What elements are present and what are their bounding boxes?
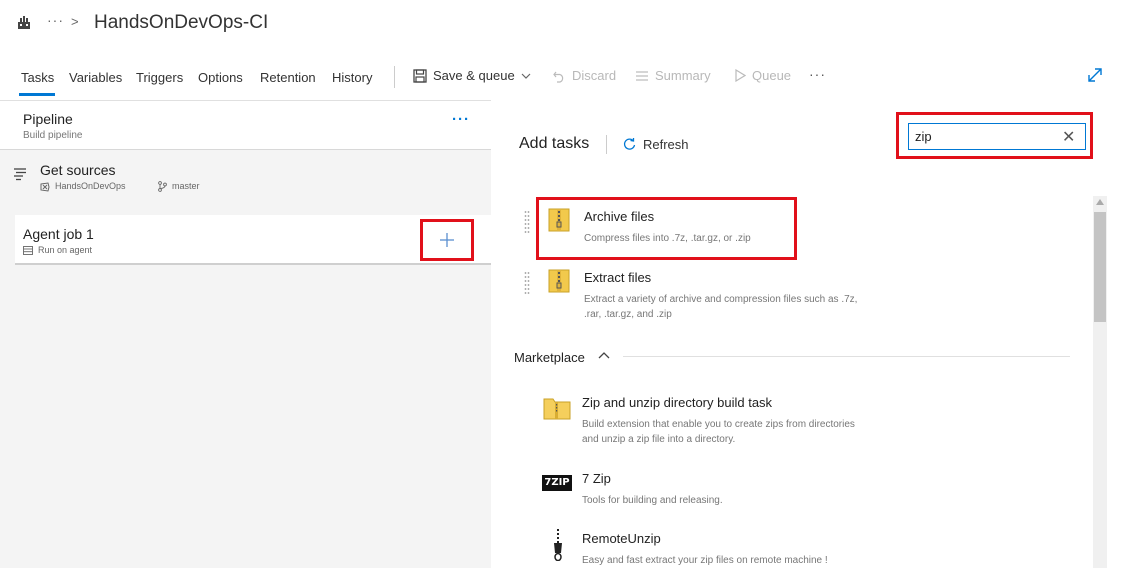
page-title: HandsOnDevOps-CI bbox=[94, 12, 269, 33]
agent-job-item[interactable]: Agent job 1 Run on agent bbox=[15, 215, 491, 265]
repo-name: HandsOnDevOps bbox=[55, 181, 126, 191]
get-sources-icon bbox=[14, 168, 26, 181]
chevron-up-icon[interactable] bbox=[598, 350, 610, 360]
pipeline-item[interactable]: Pipeline Build pipeline ··· bbox=[0, 101, 491, 150]
task-description: Extract a variety of archive and compres… bbox=[584, 294, 858, 320]
search-input[interactable] bbox=[908, 123, 1086, 150]
close-icon[interactable]: ✕ bbox=[1062, 127, 1075, 147]
task-description: Build extension that enable you to creat… bbox=[582, 419, 855, 445]
task-extract-files[interactable]: Extract files Extract a variety of archi… bbox=[520, 262, 1080, 327]
task-description: Easy and fast extract your zip files on … bbox=[582, 555, 828, 566]
undo-icon bbox=[553, 71, 564, 83]
branch-icon bbox=[158, 181, 167, 192]
pipeline-subtitle: Build pipeline bbox=[23, 130, 83, 141]
queue-button[interactable]: Queue bbox=[734, 68, 791, 83]
save-queue-button[interactable]: Save & queue bbox=[413, 68, 531, 83]
marketplace-item[interactable]: RemoteUnzip Easy and fast extract your z… bbox=[520, 525, 1080, 568]
scroll-up-arrow-icon[interactable] bbox=[1096, 199, 1104, 205]
discard-button[interactable]: Discard bbox=[552, 68, 616, 83]
branch-name: master bbox=[172, 181, 200, 191]
agent-job-subtitle: Run on agent bbox=[38, 245, 93, 255]
summary-label: Summary bbox=[655, 68, 711, 83]
play-icon bbox=[735, 69, 746, 82]
build-pipeline-icon[interactable] bbox=[16, 15, 32, 31]
agent-job-label: Agent job 1 bbox=[23, 226, 94, 242]
active-tab-indicator bbox=[19, 93, 55, 96]
toolbar-more-button[interactable]: ··· bbox=[809, 66, 826, 82]
plus-icon bbox=[440, 233, 454, 247]
pipeline-more-button[interactable]: ··· bbox=[452, 111, 470, 128]
task-title: Zip and unzip directory build task bbox=[582, 395, 773, 410]
refresh-icon bbox=[623, 138, 636, 150]
zipper-icon bbox=[554, 529, 562, 561]
tab-triggers[interactable]: Triggers bbox=[136, 70, 183, 85]
header: ··· > HandsOnDevOps-CI Tasks Variables T… bbox=[0, 0, 1126, 100]
refresh-button[interactable]: Refresh bbox=[623, 137, 689, 152]
add-tasks-title: Add tasks bbox=[519, 135, 590, 152]
refresh-label: Refresh bbox=[643, 137, 689, 152]
tab-history[interactable]: History bbox=[332, 70, 372, 85]
discard-label: Discard bbox=[572, 68, 617, 83]
marketplace-item[interactable]: Zip and unzip directory build task Build… bbox=[520, 390, 1080, 452]
list-icon bbox=[636, 70, 648, 81]
queue-label: Queue bbox=[752, 68, 792, 83]
chevron-down-icon[interactable] bbox=[521, 72, 531, 80]
archive-folder-icon bbox=[548, 269, 570, 293]
7zip-icon: 7ZIP bbox=[542, 475, 572, 491]
divider bbox=[623, 356, 1070, 357]
summary-button[interactable]: Summary bbox=[635, 68, 711, 83]
task-title: Extract files bbox=[584, 270, 652, 285]
pipeline-label: Pipeline bbox=[23, 111, 73, 127]
task-title: RemoteUnzip bbox=[582, 531, 661, 546]
expand-icon[interactable] bbox=[1087, 67, 1103, 83]
pipeline-panel: Pipeline Build pipeline ··· Get sources … bbox=[0, 100, 491, 568]
save-icon bbox=[413, 68, 427, 83]
tab-tasks[interactable]: Tasks bbox=[21, 70, 54, 85]
add-task-button[interactable] bbox=[420, 219, 474, 261]
marketplace-label[interactable]: Marketplace bbox=[514, 350, 585, 365]
zip-folder-icon bbox=[543, 398, 571, 420]
get-sources-item[interactable]: Get sources HandsOnDevOps master bbox=[0, 151, 491, 203]
server-icon bbox=[23, 246, 33, 255]
marketplace-item[interactable]: 7ZIP 7 Zip Tools for building and releas… bbox=[520, 465, 1080, 513]
archive-highlight-box bbox=[536, 197, 797, 260]
save-queue-label: Save & queue bbox=[433, 68, 515, 83]
divider bbox=[606, 135, 607, 154]
drag-handle-icon[interactable] bbox=[524, 210, 530, 236]
get-sources-label: Get sources bbox=[40, 162, 116, 178]
scrollbar-thumb[interactable] bbox=[1094, 212, 1106, 322]
tab-options[interactable]: Options bbox=[198, 70, 243, 85]
toolbar-divider bbox=[394, 66, 395, 88]
breadcrumb-more-button[interactable]: ··· bbox=[47, 12, 64, 28]
tab-variables[interactable]: Variables bbox=[69, 70, 122, 85]
task-description: Tools for building and releasing. bbox=[582, 495, 723, 506]
chevron-right-icon: > bbox=[71, 14, 79, 29]
drag-handle-icon[interactable] bbox=[524, 271, 530, 297]
task-title: 7 Zip bbox=[582, 471, 611, 486]
repo-icon bbox=[40, 182, 50, 192]
tab-retention[interactable]: Retention bbox=[260, 70, 316, 85]
